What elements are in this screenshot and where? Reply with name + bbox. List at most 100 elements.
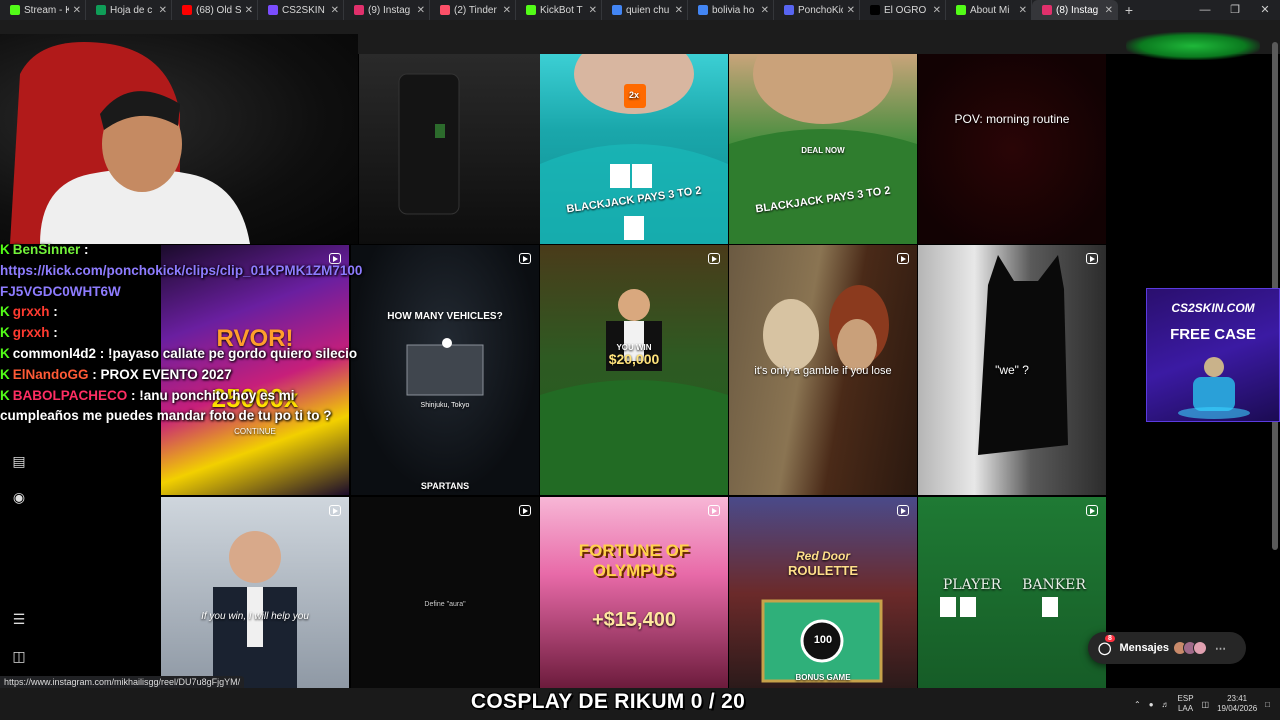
tab-close-icon[interactable]: ✕ [933, 5, 941, 16]
chat-username[interactable]: grxxh [13, 325, 50, 340]
mic-icon[interactable]: ● [1149, 700, 1154, 709]
chat-message: K BABOLPACHECO : !anu ponchito hoy es mi [0, 386, 360, 407]
message-avatars [1172, 641, 1207, 655]
window-controls: — ❐ ✕ [1190, 0, 1280, 20]
bonus-label: BONUS GAME [795, 673, 851, 682]
more-icon: ⋯ [1214, 642, 1226, 655]
tab-close-icon[interactable]: ✕ [847, 5, 855, 16]
browser-tab[interactable]: El OGRO ✕ [860, 0, 946, 20]
minimize-icon[interactable]: — [1190, 0, 1220, 20]
browser-tab[interactable]: (2) Tinder ✕ [430, 0, 516, 20]
reel-tile[interactable]: PLAYER BANKER [918, 497, 1106, 690]
reel-tile[interactable]: If you win, I will help you [161, 497, 349, 690]
chat-message: https://kick.com/ponchokick/clips/clip_0… [0, 261, 362, 282]
cs2skin-ad[interactable]: CS2SKIN.COM FREE CASE [1146, 288, 1280, 422]
avatar-icon[interactable]: ◉ [10, 488, 28, 506]
win-amount: $20,000 [608, 351, 660, 367]
tab-favicon-icon [698, 5, 708, 15]
chat-username[interactable]: grxxh [13, 304, 50, 319]
menu-icon[interactable]: ☰ [10, 610, 28, 628]
tab-label: El OGRO [884, 4, 927, 16]
browser-tab[interactable]: Stream - K ✕ [0, 0, 86, 20]
chevron-up-icon[interactable]: ⌃ [1134, 700, 1141, 709]
tab-close-icon[interactable]: ✕ [589, 5, 597, 16]
tab-close-icon[interactable]: ✕ [1019, 5, 1027, 16]
volume-icon[interactable]: ♬ [1162, 700, 1170, 709]
tab-label: PonchoKic [798, 4, 843, 16]
tab-close-icon[interactable]: ✕ [245, 5, 253, 16]
messages-button[interactable]: ◯ 8 Mensajes ⋯ [1088, 632, 1246, 664]
tile-caption: Define "aura" [424, 601, 466, 608]
status-url: https://www.instagram.com/mikhailisgg/re… [0, 676, 245, 688]
chat-message: Kgrxxh : [0, 302, 360, 323]
reel-tile[interactable]: POV: morning routine [918, 54, 1106, 244]
tile-caption: "we" ? [995, 363, 1029, 377]
reel-tile[interactable]: Define "aura" [351, 497, 539, 690]
apps-icon[interactable]: ◫ [10, 647, 28, 665]
tile-caption: POV: morning routine [954, 112, 1070, 126]
browser-tab[interactable]: KickBot T ✕ [516, 0, 602, 20]
messages-label: Mensajes [1119, 642, 1169, 654]
stats-icon[interactable]: ▤ [10, 452, 28, 470]
win-amount: +$15,400 [592, 609, 676, 631]
reel-tile[interactable]: it's only a gamble if you lose [729, 245, 917, 495]
reel-tile[interactable]: 2x BLACKJACK PAYS 3 TO 2 [540, 54, 728, 244]
chat-text: !anu ponchito hoy es mi [135, 387, 295, 403]
screen: Stream - K ✕ Hoja de c ✕ (68) Old S ✕ CS2SKIN ✕… [0, 0, 1280, 720]
stream-chat: K BenSinner : https://kick.com/ponchokick/… [0, 240, 362, 427]
reel-tile[interactable]: YOU WIN $20,000 [540, 245, 728, 495]
reel-icon [519, 505, 531, 516]
browser-tab[interactable]: Hoja de c ✕ [86, 0, 172, 20]
browser-tab[interactable]: (68) Old S ✕ [172, 0, 258, 20]
browser-tab[interactable]: (9) Instag ✕ [344, 0, 430, 20]
reel-tile[interactable]: Red Door ROULETTE 100 BONUS GAME [729, 497, 917, 690]
language-indicator[interactable]: ESP LAA [1178, 694, 1194, 714]
reel-tile[interactable]: "we" ? [918, 245, 1106, 495]
notifications-icon[interactable]: □ [1265, 700, 1270, 709]
new-tab-button[interactable]: + [1118, 2, 1140, 18]
messages-icon: ◯ 8 [1098, 635, 1115, 655]
reel-tile[interactable]: FORTUNE OF OLYMPUS +$15,400 [540, 497, 728, 690]
reel-tile[interactable] [359, 54, 547, 244]
continue-label: CONTINUE [234, 427, 276, 436]
chat-separator: : [88, 366, 97, 382]
kick-badge-icon: K [0, 325, 10, 341]
chat-text[interactable]: FJ5VGDC0WHT6W [0, 284, 121, 299]
browser-tab[interactable]: PonchoKic ✕ [774, 0, 860, 20]
tab-close-icon[interactable]: ✕ [73, 5, 81, 16]
tab-favicon-icon [870, 5, 880, 15]
chat-username[interactable]: ElNandoGG [13, 367, 89, 382]
tab-favicon-icon [1042, 5, 1052, 15]
browser-tab[interactable]: About Mi ✕ [946, 0, 1032, 20]
chat-username[interactable]: BenSinner [13, 242, 81, 257]
close-window-icon[interactable]: ✕ [1250, 0, 1280, 20]
dealer-thumbnail [540, 289, 728, 495]
browser-tab[interactable]: quien chu ✕ [602, 0, 688, 20]
kick-badge-icon: K [0, 366, 10, 382]
reel-tile[interactable]: HOW MANY VEHICLES? Shinjuku, Tokyo SPART… [351, 245, 539, 495]
chat-separator: : [49, 325, 58, 341]
chat-text[interactable]: https://kick.com/ponchokick/clips/clip_0… [0, 263, 362, 278]
browser-tab[interactable]: (8) Instag ✕ [1032, 0, 1118, 20]
chat-username[interactable]: commonl4d2 [13, 346, 96, 361]
tab-label: (8) Instag [1056, 4, 1099, 16]
chat-text: cumpleaños me puedes mandar foto de tu p… [0, 408, 332, 424]
tab-close-icon[interactable]: ✕ [503, 5, 511, 16]
tab-close-icon[interactable]: ✕ [761, 5, 769, 16]
chat-username[interactable]: BABOLPACHECO [13, 388, 128, 403]
tab-close-icon[interactable]: ✕ [331, 5, 339, 16]
tab-close-icon[interactable]: ✕ [159, 5, 167, 16]
network-icon[interactable]: ◫ [1202, 700, 1210, 709]
tab-close-icon[interactable]: ✕ [417, 5, 425, 16]
chat-text: PROX EVENTO 2027 [96, 366, 232, 382]
browser-tab[interactable]: CS2SKIN ✕ [258, 0, 344, 20]
tab-favicon-icon [268, 5, 278, 15]
tab-close-icon[interactable]: ✕ [1105, 5, 1113, 16]
reel-tile[interactable]: DEAL NOW BLACKJACK PAYS 3 TO 2 [729, 54, 917, 244]
chat-separator: : [49, 304, 58, 320]
restore-icon[interactable]: ❐ [1220, 0, 1250, 20]
browser-tab[interactable]: bolivia ho ✕ [688, 0, 774, 20]
clock[interactable]: 23:41 19/04/2026 [1217, 694, 1257, 714]
tab-favicon-icon [526, 5, 536, 15]
tab-close-icon[interactable]: ✕ [675, 5, 683, 16]
